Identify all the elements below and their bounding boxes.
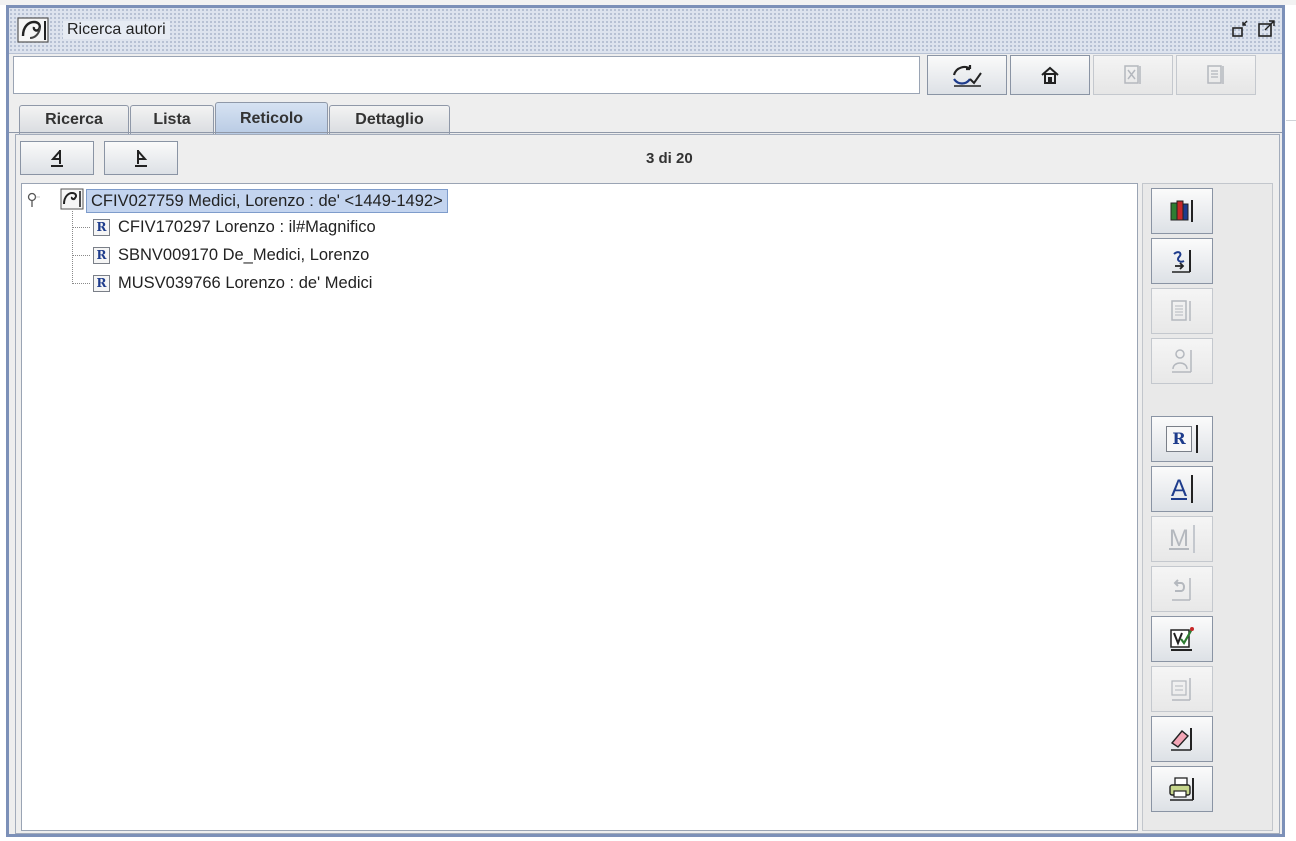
tab-divider: [9, 132, 1282, 133]
page-indicator: 3 di 20: [646, 150, 693, 167]
rinvio-badge-icon: R: [93, 247, 110, 264]
tab-ricerca[interactable]: Ricerca: [19, 105, 129, 134]
home-button[interactable]: [1010, 55, 1090, 95]
next-record-button[interactable]: [104, 141, 178, 175]
validate-icon: [1170, 627, 1194, 651]
undo-icon: [1172, 578, 1191, 601]
record-navigation: 3 di 20: [16, 135, 1279, 175]
document-icon: [1207, 65, 1224, 84]
reticolo-tree: CFIV027759 Medici, Lorenzo : de' <1449-1…: [21, 183, 1138, 831]
alternative-form-icon: A: [1170, 475, 1187, 502]
divider-bar: [1191, 475, 1193, 503]
tree-connector: [72, 227, 90, 228]
eraser-icon: [1170, 728, 1192, 751]
merge-button[interactable]: M: [1151, 516, 1213, 562]
print-button[interactable]: [1151, 766, 1213, 812]
tree-handle-icon[interactable]: [26, 192, 40, 208]
books-button[interactable]: [1151, 188, 1213, 234]
close-button[interactable]: [1093, 55, 1173, 95]
window-title: Ricerca autori: [63, 21, 170, 39]
title-bar[interactable]: Ricerca autori: [9, 8, 1282, 54]
prev-record-button[interactable]: [20, 141, 94, 175]
person-icon: [1172, 349, 1192, 373]
alternative-form-button[interactable]: A: [1151, 466, 1213, 512]
tree-connector: [72, 283, 90, 284]
eraser-button[interactable]: [1151, 716, 1213, 762]
list-icon: [1171, 300, 1191, 321]
search-field[interactable]: [13, 56, 920, 94]
person-button[interactable]: [1151, 338, 1213, 384]
reticolo-panel: 3 di 20 CFIV027759 Medici, Lorenzo : de'…: [15, 134, 1280, 834]
note-icon: [1171, 678, 1191, 701]
tree-connector: [72, 211, 73, 284]
print-icon: [1169, 777, 1194, 801]
toolbar: [9, 54, 1282, 100]
tree-child-node[interactable]: SBNV009170 De_Medici, Lorenzo: [118, 244, 369, 266]
tree-child-node[interactable]: CFIV170297 Lorenzo : il#Magnifico: [118, 216, 376, 238]
next-record-icon: [135, 150, 148, 167]
confirm-icon: [952, 65, 982, 87]
rinvio-badge-icon: R: [93, 219, 110, 236]
divider-bar: [1193, 525, 1195, 553]
tab-lista[interactable]: Lista: [130, 105, 214, 134]
side-toolbar: R A M: [1142, 183, 1273, 831]
tab-reticolo[interactable]: Reticolo: [215, 102, 328, 134]
confirm-button[interactable]: [927, 55, 1007, 95]
maximize-icon[interactable]: [1257, 18, 1277, 40]
validate-button[interactable]: [1151, 616, 1213, 662]
restore-icon[interactable]: [1231, 18, 1251, 40]
note-button[interactable]: [1151, 666, 1213, 712]
tree-child-node[interactable]: MUSV039766 Lorenzo : de' Medici: [118, 272, 372, 294]
rinvio-button[interactable]: R: [1151, 416, 1213, 462]
author-icon: [60, 188, 84, 210]
prev-record-icon: [50, 150, 63, 167]
tree-root-node[interactable]: CFIV027759 Medici, Lorenzo : de' <1449-1…: [86, 189, 448, 213]
rinvio-icon: R: [1166, 426, 1192, 452]
desktop-line: [1286, 120, 1296, 121]
home-icon: [1041, 66, 1059, 84]
tab-dettaglio[interactable]: Dettaglio: [329, 105, 450, 134]
author-link-icon: [1172, 250, 1191, 273]
undo-button[interactable]: [1151, 566, 1213, 612]
rinvio-badge-icon: R: [93, 275, 110, 292]
author-icon: [17, 17, 49, 43]
list-button[interactable]: [1151, 288, 1213, 334]
search-authors-window: Ricerca autori Ricerca Lista Reticolo De…: [6, 5, 1285, 837]
document-button[interactable]: [1176, 55, 1256, 95]
books-icon: [1170, 200, 1193, 222]
merge-icon: M: [1169, 525, 1189, 552]
divider-bar: [1196, 425, 1198, 453]
author-link-button[interactable]: [1151, 238, 1213, 284]
close-doc-icon: [1124, 65, 1141, 84]
tree-connector: [72, 255, 90, 256]
tab-bar: Ricerca Lista Reticolo Dettaglio: [9, 100, 1282, 134]
